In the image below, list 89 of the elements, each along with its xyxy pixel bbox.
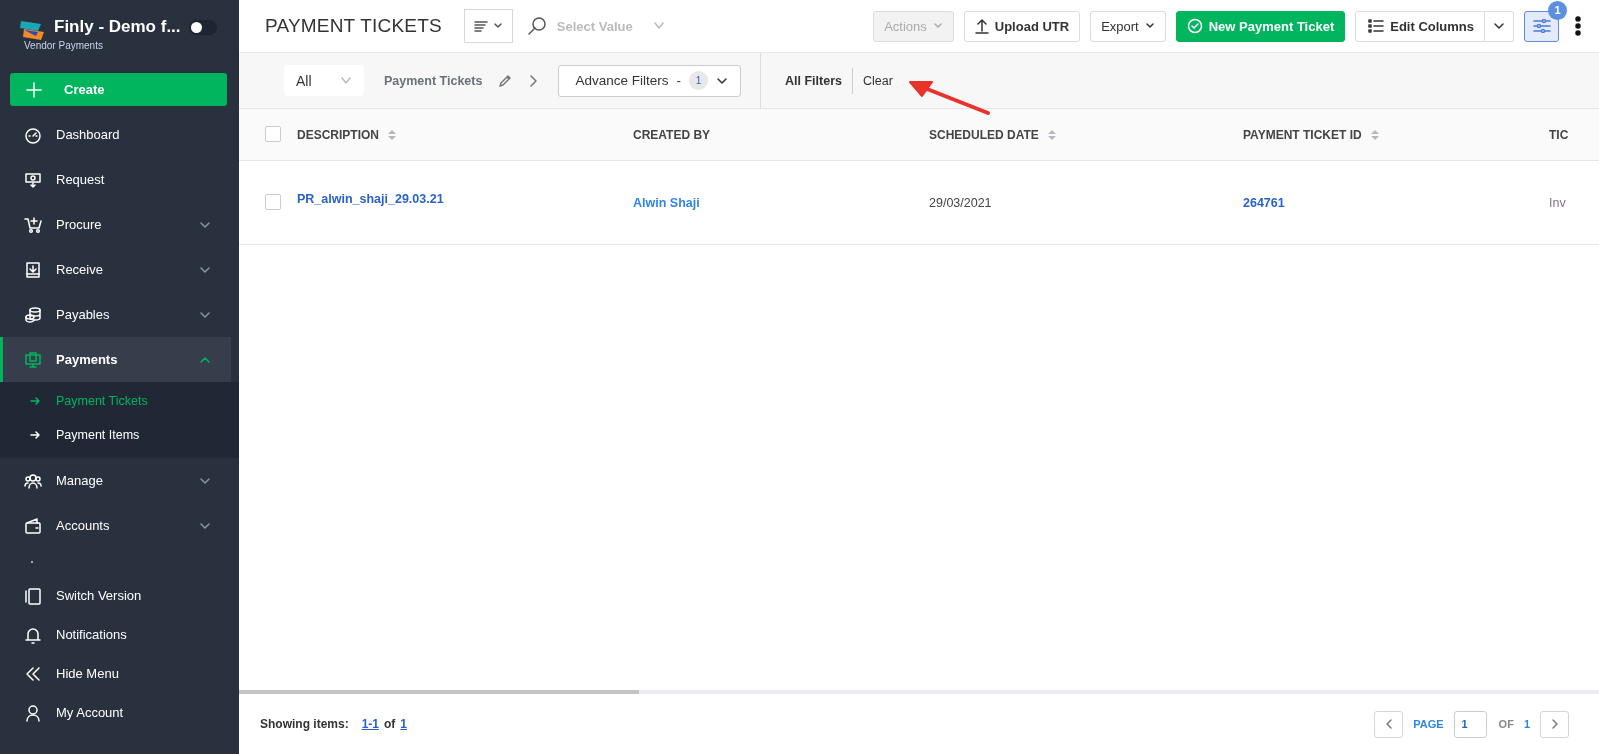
tablet-icon [24, 586, 42, 605]
search-icon [526, 16, 547, 36]
nav-item[interactable]: Payables [0, 292, 239, 337]
dropdown-button[interactable] [1485, 10, 1514, 42]
check-circle-icon [1186, 18, 1203, 34]
nav-item[interactable]: My Account [0, 693, 239, 732]
sort-icon [1046, 128, 1057, 141]
page-label: PAGE [1413, 718, 1444, 730]
chevron-right-icon [528, 73, 539, 88]
nav-item[interactable]: Dashboard [0, 112, 239, 157]
caret-icon [340, 75, 352, 86]
column-header[interactable]: PAYMENT TICKET ID [1243, 127, 1380, 142]
pencil-icon [498, 73, 513, 88]
table-link[interactable]: 264761 [1243, 195, 1285, 210]
column-header[interactable]: CREATED BY [633, 127, 711, 142]
total-link[interactable]: 1 [400, 717, 408, 731]
toggle-switch[interactable] [188, 19, 217, 35]
caret-icon [1493, 21, 1505, 31]
checkbox[interactable] [265, 194, 281, 210]
previous-page-button[interactable] [1374, 710, 1404, 738]
view-dropdown[interactable]: All [284, 65, 364, 96]
sort-dropdown[interactable] [463, 9, 513, 43]
scrollbar-thumb[interactable] [239, 690, 639, 694]
people-icon [24, 471, 42, 490]
nav-item[interactable]: Notifications [0, 615, 239, 654]
more-icon [1575, 16, 1581, 36]
table-link[interactable]: PR_alwin_shaji_29.03.21 [297, 191, 444, 206]
showing-label: Showing items: [260, 717, 349, 731]
toolbar-button[interactable]: Export [1090, 10, 1166, 42]
bell-icon [24, 625, 42, 644]
caret-icon [716, 75, 728, 86]
sort-icon [1369, 128, 1380, 141]
user-icon [24, 703, 42, 722]
edit-columns-button[interactable]: Edit Columns [1355, 10, 1485, 42]
nav-item[interactable]: Receive [0, 247, 239, 292]
nav-item[interactable]: Accounts [0, 503, 239, 548]
page-field[interactable]: 1 [1453, 710, 1487, 738]
of-label: OF [1498, 718, 1514, 730]
column-header[interactable]: SCHEDULED DATE [929, 127, 1057, 142]
monitor-icon [24, 350, 42, 369]
nav-subitem[interactable]: Payment Tickets [0, 384, 239, 418]
cash-icon [24, 170, 42, 189]
sliders-icon [1532, 19, 1551, 33]
chevron-right-icon [1550, 718, 1559, 730]
wallet-icon [24, 516, 42, 535]
caret-icon [492, 21, 503, 31]
lines-icon [473, 20, 488, 32]
column-header[interactable]: TIC [1549, 127, 1569, 142]
page-title: PAYMENT TICKETS [265, 15, 442, 37]
list-icon [1368, 19, 1385, 33]
nav-item[interactable]: Procure [0, 202, 239, 247]
nav-item[interactable]: Hide Menu [0, 654, 239, 693]
upload-icon [974, 18, 989, 34]
cart-icon [24, 215, 42, 234]
view-name: Payment Tickets [384, 73, 483, 88]
inbox-icon [24, 260, 42, 279]
arrow-right-icon [30, 397, 40, 405]
coins-icon [24, 305, 42, 324]
count-badge: 1 [689, 71, 708, 90]
all-filters-label: All Filters [785, 67, 853, 94]
sort-icon [387, 128, 397, 141]
column-header[interactable]: DESCRIPTION [297, 127, 397, 142]
table-link[interactable]: Alwin Shaji [633, 195, 700, 210]
app-title: Finly - Demo f... [54, 17, 181, 37]
count-badge: 1 [1548, 0, 1567, 20]
of-label: of [384, 717, 396, 731]
nav-item[interactable]: Request [0, 157, 239, 202]
nav-item[interactable]: Manage [0, 458, 239, 503]
clear-link[interactable]: Clear [852, 73, 893, 88]
next-page-button[interactable] [1540, 710, 1569, 738]
advance-filters-button[interactable]: Advance Filters - 1 [558, 64, 741, 97]
toolbar-button[interactable]: Upload UTR [963, 10, 1081, 42]
table-cell: 29/03/2021 [929, 195, 992, 210]
nav-item[interactable]: Payments [0, 337, 231, 382]
nav-item[interactable]: Switch Version [0, 576, 239, 615]
range-link[interactable]: 1-1 [361, 717, 379, 731]
double-chevron-left-icon [24, 664, 42, 683]
table-cell: Inv [1549, 195, 1566, 210]
chevron-left-icon [1384, 718, 1393, 730]
plus-icon [26, 81, 42, 98]
app-subtitle: Vendor Payments [24, 40, 104, 51]
arrow-right-icon [30, 431, 40, 439]
caret-icon [652, 21, 665, 31]
checkbox[interactable] [265, 126, 281, 143]
caret-icon [1144, 21, 1155, 31]
page-total: 1 [1523, 718, 1530, 730]
gauge-icon [24, 125, 42, 144]
nav-subitem[interactable]: Payment Items [0, 418, 239, 452]
caret-icon [932, 21, 943, 31]
